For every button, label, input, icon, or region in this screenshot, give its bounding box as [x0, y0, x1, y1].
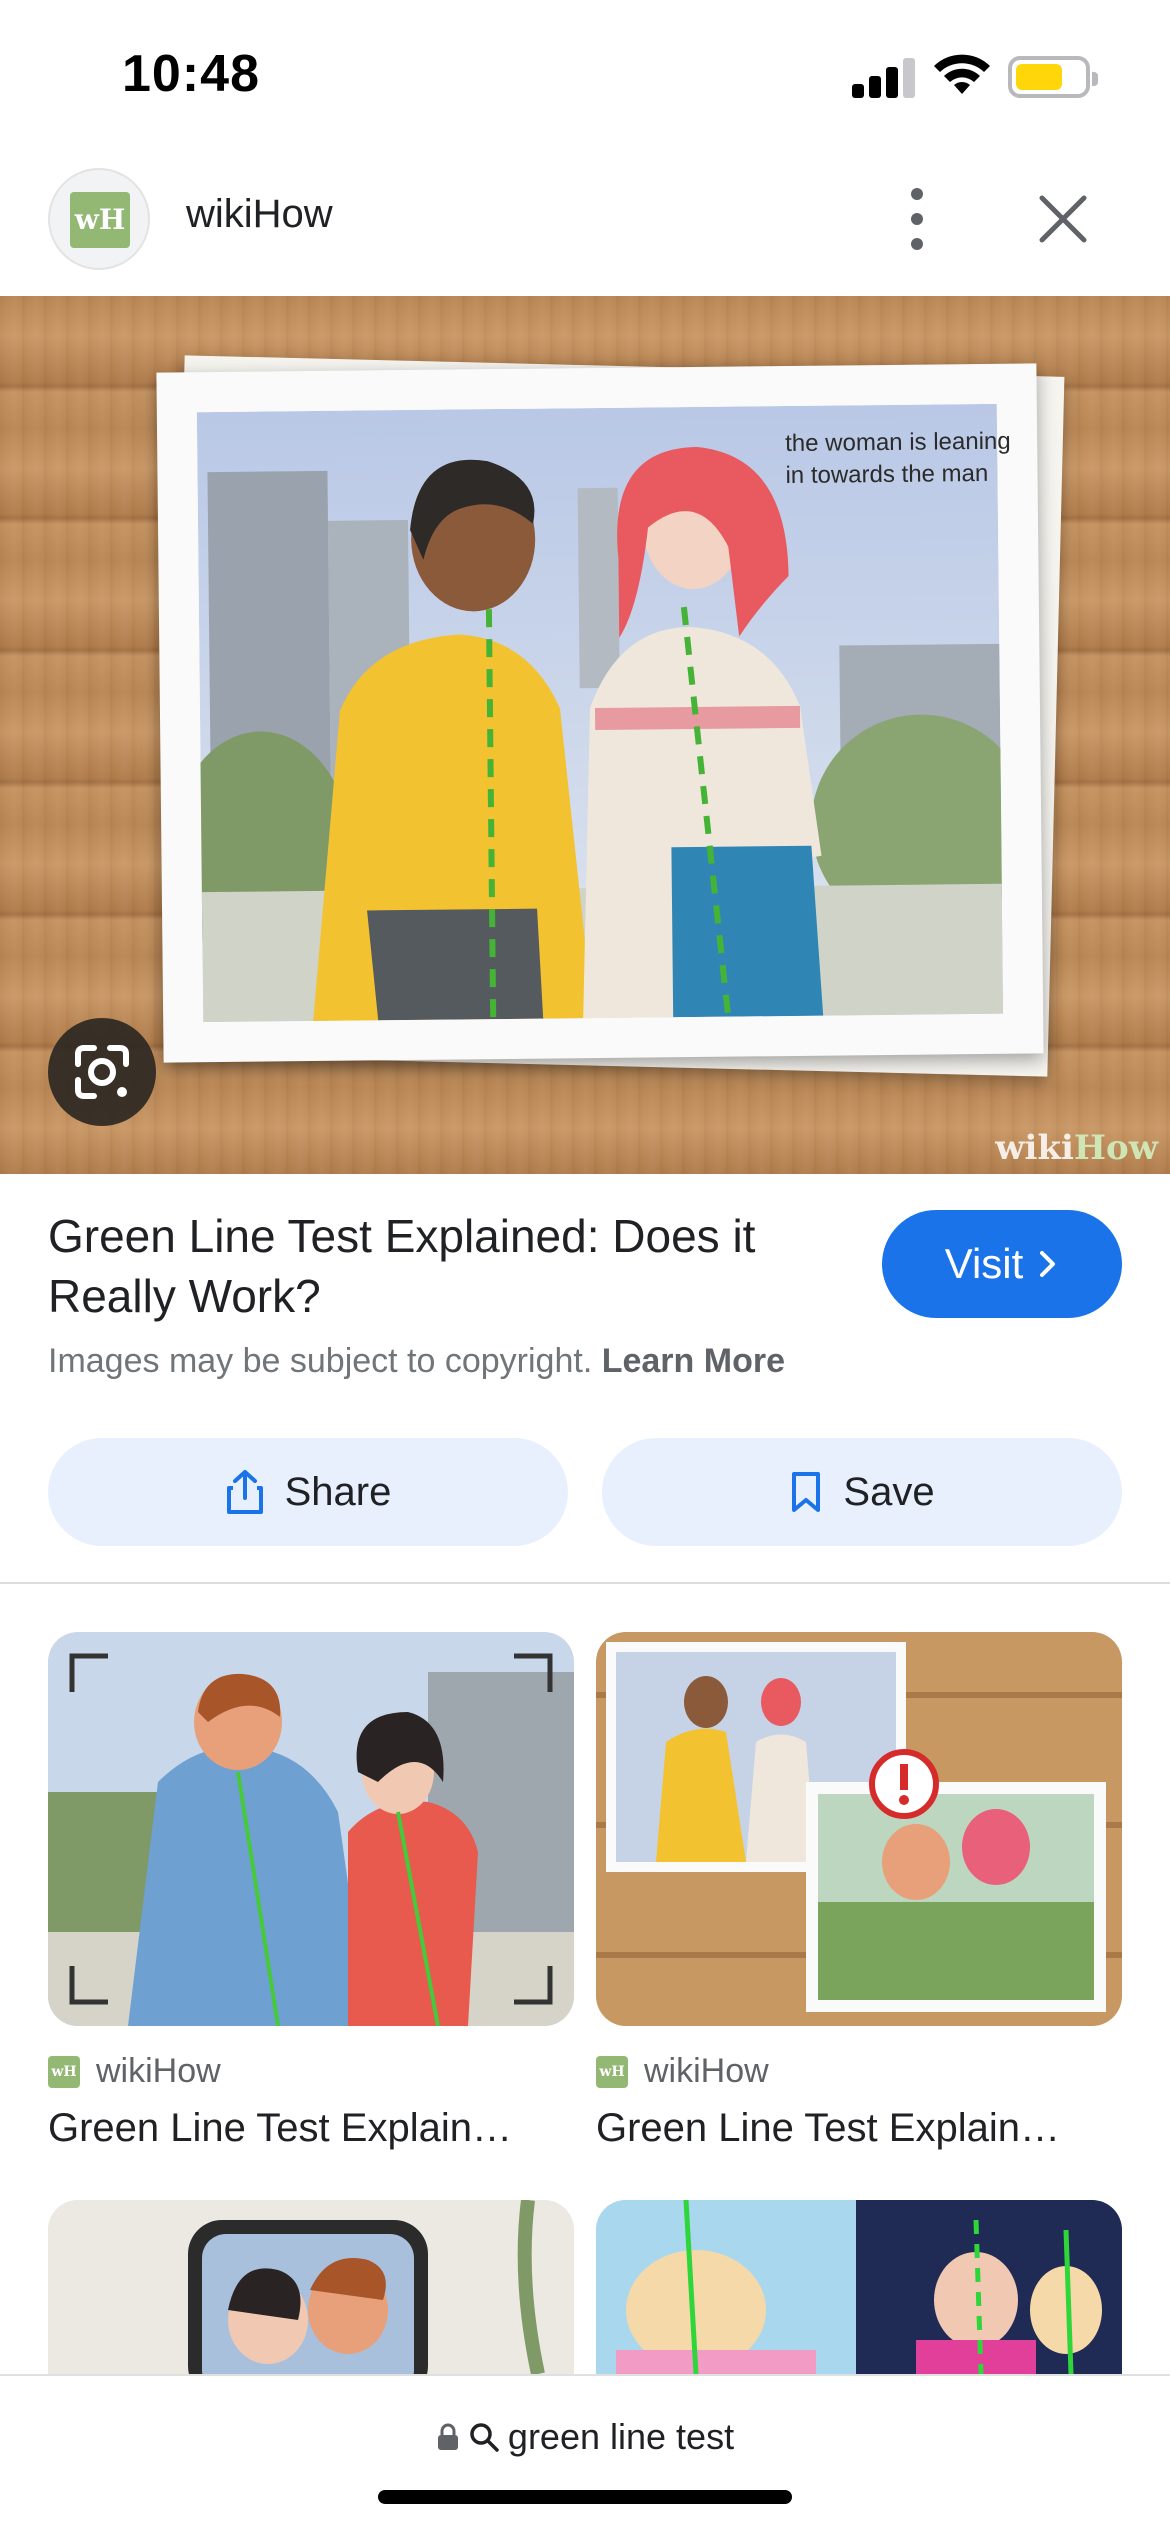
lens-search-button[interactable] [48, 1018, 156, 1126]
close-button[interactable] [1030, 186, 1096, 252]
card-source-name: wikiHow [644, 2052, 769, 2090]
result-title: Green Line Test Explained: Does it Reall… [48, 1210, 756, 1322]
google-lens-icon [75, 1045, 129, 1099]
wifi-icon [934, 54, 990, 94]
search-icon [470, 2423, 499, 2452]
card-title[interactable]: Green Line Test Explain… [48, 2106, 574, 2151]
more-vert-icon [911, 188, 923, 200]
related-thumbnail[interactable] [596, 2200, 1122, 2374]
illustration-photo: the woman is leaning in towards the man [156, 363, 1044, 1063]
close-icon [1039, 195, 1087, 243]
related-thumbnail[interactable] [48, 2200, 574, 2374]
save-label: Save [843, 1469, 935, 1514]
related-result-card[interactable]: wH wikiHow Green Line Test Explain… [596, 1632, 1122, 2150]
cellular-signal-icon [852, 58, 916, 98]
share-label: Share [284, 1469, 392, 1514]
related-thumbnail[interactable] [48, 1632, 574, 2026]
wikihow-watermark: wikiHow [995, 1128, 1158, 1168]
site-logo: wH [48, 168, 150, 270]
share-icon [226, 1470, 263, 1514]
learn-more-link[interactable]: Learn More [602, 1342, 785, 1380]
status-time: 10:48 [122, 45, 260, 103]
url-address[interactable]: green line test [0, 2416, 1170, 2458]
visit-button[interactable]: Visit [882, 1210, 1122, 1318]
site-header: wH wikiHow [0, 150, 1170, 296]
card-title[interactable]: Green Line Test Explain… [596, 2106, 1122, 2151]
chevron-right-icon [1040, 1251, 1056, 1277]
site-name[interactable]: wikiHow [186, 192, 333, 237]
battery-icon [1008, 56, 1098, 98]
save-button[interactable]: Save [602, 1438, 1122, 1546]
preview-image[interactable]: the woman is leaning in towards the man … [0, 296, 1170, 1174]
wikihow-favicon-icon: wH [596, 2055, 628, 2088]
illustration-caption: the woman is leaning in towards the man [785, 427, 1011, 490]
wikihow-logo-icon: wH [70, 192, 130, 248]
url-bar[interactable]: green line test [0, 2374, 1170, 2532]
wikihow-favicon-icon: wH [48, 2055, 80, 2088]
card-source: wH wikiHow [48, 2052, 221, 2091]
couple-illustration [196, 403, 1004, 1023]
related-thumbnail[interactable] [596, 1632, 1122, 2026]
related-result-card[interactable]: wH wikiHow Green Line Test Explain… [48, 1632, 574, 2150]
more-options-button[interactable] [892, 184, 942, 254]
url-query: green line test [507, 2416, 735, 2457]
divider [0, 1582, 1170, 1584]
card-source-name: wikiHow [96, 2052, 221, 2090]
copyright-notice: Images may be subject to copyright. Lear… [48, 1342, 785, 1380]
share-button[interactable]: Share [48, 1438, 568, 1546]
lock-icon [437, 2423, 458, 2450]
visit-label: Visit [944, 1240, 1024, 1287]
card-source: wH wikiHow [596, 2052, 769, 2091]
bookmark-icon [792, 1472, 821, 1512]
home-indicator[interactable] [378, 2490, 792, 2504]
status-bar: 10:48 [0, 0, 1170, 150]
